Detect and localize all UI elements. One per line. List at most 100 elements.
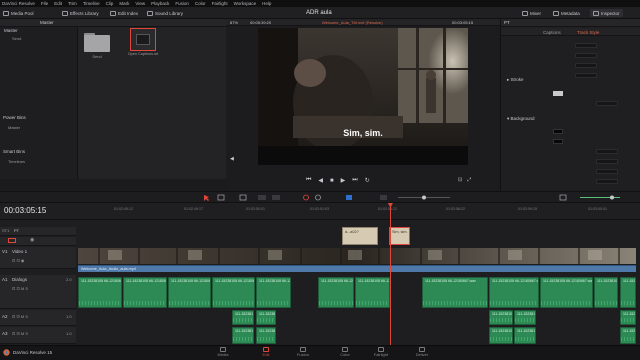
media-pool-button[interactable]: Media Pool [3, 9, 34, 17]
fullscreen-icon[interactable]: ⤢ [467, 177, 471, 183]
audio-clip[interactable]: 111-15238108 66-12180667.wav [256, 327, 276, 344]
edit-toolbar [0, 191, 640, 203]
viewer-panel: 87% 00:05:39:20 Welcome_Aula_TM.mxf (Res… [226, 19, 500, 191]
loop-icon[interactable]: ↻ [365, 177, 370, 184]
page-tab-fairlight[interactable]: Fairlight [370, 347, 392, 357]
viewer-right-controls: ⊡ ⤢ [458, 177, 471, 183]
tab-track-style[interactable]: Track Style [577, 30, 599, 35]
last-frame-icon[interactable]: ⏭ [352, 177, 357, 184]
menu-playback[interactable]: Playback [151, 1, 169, 6]
menu-workspace[interactable]: Workspace [234, 1, 256, 6]
smart-bin-timelines[interactable]: Timelines [8, 159, 25, 164]
audio-clip[interactable]: 111-15238108 66-12180667.wav [212, 277, 255, 308]
bg-field-3[interactable] [596, 169, 618, 174]
mixer-button[interactable]: Mixer [522, 9, 541, 17]
audio-clip[interactable]: 111-15238108 66-12180667.wav [594, 277, 618, 308]
page-tab-media[interactable]: Media [212, 347, 234, 357]
page-tab-color[interactable]: Color [334, 347, 356, 357]
audio-clip[interactable]: 111-15238108 66-12180667.wav [78, 277, 122, 308]
play-icon[interactable]: ▶ [341, 177, 346, 184]
audio-clip[interactable]: 111-15238108 66-12180667.wav [355, 277, 390, 308]
menu-fairlight[interactable]: Fairlight [212, 1, 228, 6]
audio-waveform [423, 301, 487, 305]
bg-field-4[interactable] [596, 179, 618, 184]
audio-clip[interactable]: 111-15238108 66-12180667.wav [123, 277, 167, 308]
a1-track-controls[interactable]: ⊡ ⊡ M S [12, 286, 28, 291]
audio-clip[interactable]: 111-15238108 66-12180667.wav [422, 277, 488, 308]
bg-field-2[interactable] [596, 159, 618, 164]
subtitle-clip[interactable]: á...a02? [342, 227, 378, 245]
menu-help[interactable]: Help [262, 1, 271, 6]
bin-master[interactable]: Master [4, 28, 18, 33]
menu-file[interactable]: File [41, 1, 48, 6]
section-background[interactable]: ▾ Background [507, 116, 535, 122]
audio-clip[interactable]: 111-15238108 66-12180667.wav [168, 277, 211, 308]
audio-clip[interactable]: 111-15238108 66-12180667.wav [540, 277, 593, 308]
bin-send[interactable]: Send [12, 36, 21, 41]
audio-clip[interactable]: 111-15238108 66-12180667.wav [318, 277, 354, 308]
background-outline-swatch[interactable] [553, 139, 563, 144]
audio-clip-label: 111-15238108 66-12180667.wav [623, 312, 636, 316]
play-reverse-icon[interactable]: ◀ [318, 177, 323, 184]
timeline-ruler[interactable]: 01:02:49:12 01:02:49:17 01:02:50:01 01:02:5… [78, 205, 640, 219]
page-tab-fusion[interactable]: Fusion [292, 347, 314, 357]
video-track-controls[interactable]: ⊡ ⊡ ◉ [12, 258, 24, 263]
tab-captions[interactable]: Captions [543, 30, 561, 35]
subtitle-lock-icon[interactable] [8, 238, 16, 243]
audio-waveform [515, 318, 535, 322]
section-stroke[interactable]: ▸ Stroke [507, 77, 524, 83]
audio-clip[interactable]: 111-15238108 66-12180667.wav [489, 277, 539, 308]
media-pool-label: Media Pool [11, 10, 34, 16]
audio-clip-label: 111-15238108 66-12180667.wav [623, 329, 636, 333]
audio-clip[interactable]: 111-15238108 66-12180667.wav [489, 327, 513, 344]
bg-field-1[interactable] [596, 149, 618, 154]
menu-timeline[interactable]: Timeline [83, 1, 100, 6]
audio-clip[interactable]: 111-15238108 66-12180667.wav [620, 277, 636, 308]
first-frame-icon[interactable]: ⏮ [306, 177, 311, 184]
menu-davinci-resolve[interactable]: DaVinci Resolve [2, 1, 35, 6]
menu-view[interactable]: View [135, 1, 145, 6]
background-color-swatch[interactable] [553, 129, 563, 134]
video-audio-strip[interactable]: Welcome_Aula_Audio_aula.mp4 [78, 265, 636, 272]
effects-library-button[interactable]: Effects Library [62, 9, 99, 17]
page-tab-deliver[interactable]: Deliver [411, 347, 433, 357]
power-bin-master[interactable]: Master [8, 125, 20, 130]
audio-clip[interactable]: 111-15238108 66-12180667.wav [514, 310, 536, 325]
menu-trim[interactable]: Trim [68, 1, 77, 6]
audio-clip[interactable]: 111-15238108 66-12180667.wav [256, 310, 276, 325]
audio-clip[interactable]: 111-15238108 66-12180667.wav [514, 327, 536, 344]
send-folder[interactable]: Send [82, 31, 112, 61]
audio-clip[interactable]: 111-15238108 66-12180667.wav [232, 310, 254, 325]
page-tab-edit[interactable]: Edit [255, 347, 277, 357]
audio-clip[interactable]: 111-15238108 66-12180667.wav [620, 327, 636, 344]
stroke-color-swatch[interactable] [553, 91, 563, 96]
menu-mark[interactable]: Mark [119, 1, 129, 6]
inspector-button[interactable]: Inspector [590, 9, 623, 17]
stop-icon[interactable]: ■ [330, 178, 334, 184]
menu-clip[interactable]: Clip [106, 1, 114, 6]
audio-clip[interactable]: 111-15238108 66-12180667.wav [620, 310, 636, 325]
audio-waveform [257, 318, 275, 322]
menu-fusion[interactable]: Fusion [175, 1, 189, 6]
zoom-level[interactable]: 87% [230, 20, 238, 25]
stroke-size-field[interactable] [596, 101, 618, 106]
playhead[interactable] [389, 203, 391, 345]
menu-color[interactable]: Color [195, 1, 206, 6]
audio-clip[interactable]: 111-15238108 66-12180667.wav [489, 310, 513, 325]
video-clip-strip[interactable] [78, 248, 636, 264]
audio-clip[interactable]: 111-15238108 66-12180667.wav [256, 277, 291, 308]
a2-track-controls[interactable]: ⊡ ⊡ M S [12, 314, 28, 319]
audio-clip[interactable]: 111-15238108 66-12180667.wav [232, 327, 254, 344]
match-frame-icon[interactable]: ⊡ [458, 177, 462, 183]
edit-index-button[interactable]: Edit Index [110, 9, 138, 17]
subtitle-eye-icon[interactable]: ◉ [30, 237, 34, 243]
subtitle-clip-selected[interactable]: Sim, sim. [389, 227, 410, 245]
a3-track-id: A3 [2, 331, 8, 336]
sound-library-button[interactable]: Sound Library [147, 9, 183, 17]
open-captions-file[interactable]: Open Captions.srt [122, 28, 164, 64]
metadata-button[interactable]: Metadata [553, 9, 580, 17]
audio-waveform [621, 337, 635, 341]
viewer-mark-icon[interactable]: ◀ [230, 156, 234, 162]
a3-track-controls[interactable]: ⊡ ⊡ M S [12, 331, 28, 336]
menu-edit[interactable]: Edit [54, 1, 62, 6]
